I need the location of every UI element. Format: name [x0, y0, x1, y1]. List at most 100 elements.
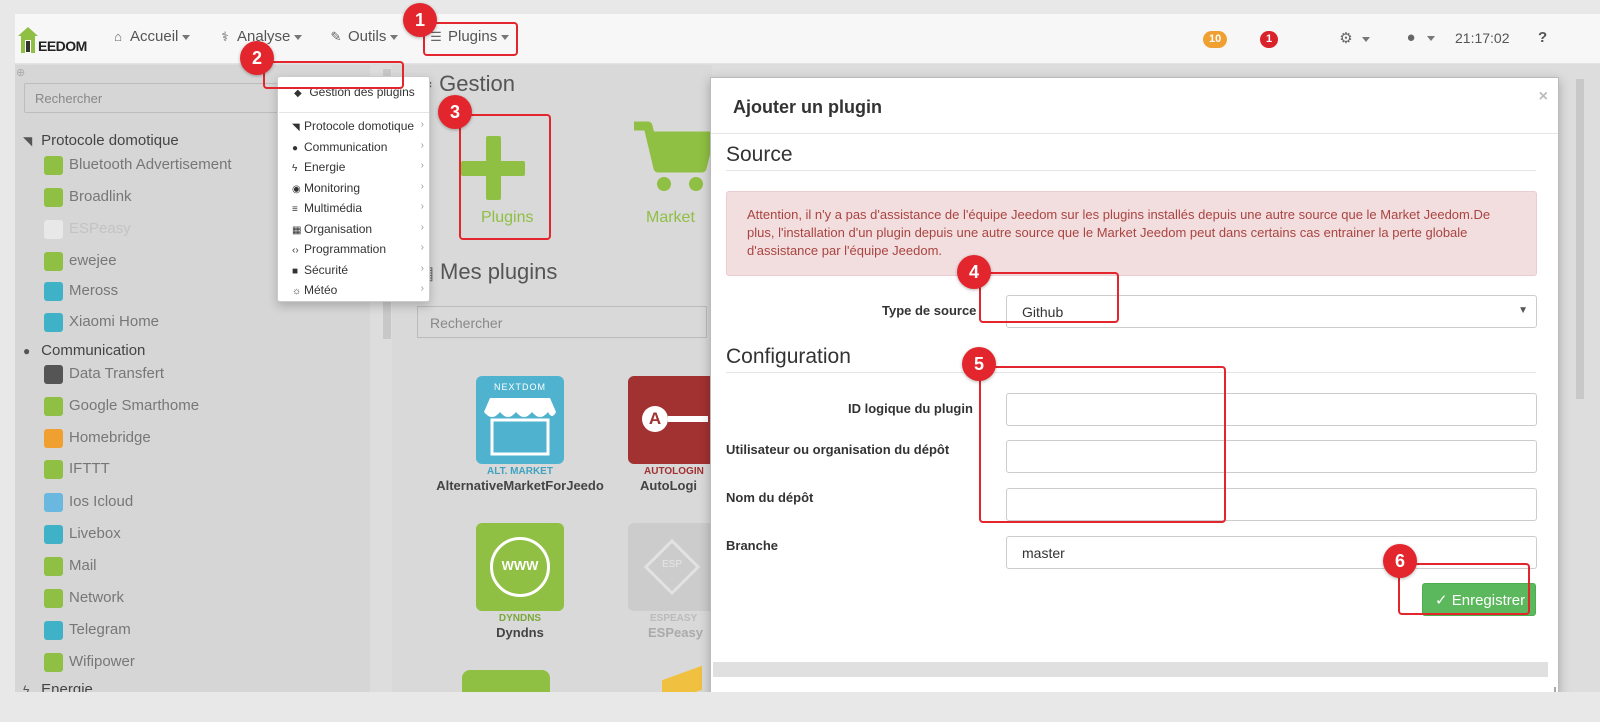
- menu-item-label: Monitoring: [304, 181, 361, 195]
- menu-item-protocole[interactable]: ◥ Protocole domotique ›: [292, 119, 424, 133]
- sidebar-item-datatransfert[interactable]: Data Transfert: [44, 363, 164, 385]
- sidebar-category-protocole[interactable]: ◥ Protocole domotique: [23, 132, 179, 149]
- gestion-title: Gestion: [439, 71, 515, 96]
- cogs-icon: ⚙: [1339, 30, 1353, 47]
- sidebar-item-ifttt[interactable]: IFTTT: [44, 458, 110, 480]
- sidebar-item-label: ESPeasy: [69, 220, 131, 237]
- plugin-icon: [44, 312, 63, 332]
- plugin-icon: [44, 588, 63, 608]
- chevron-right-icon: ›: [420, 119, 424, 130]
- menu-item-label: Programmation: [304, 242, 387, 256]
- sidebar-item-xiaomi[interactable]: Xiaomi Home: [44, 311, 159, 333]
- sidebar-item-label: Telegram: [69, 621, 131, 638]
- menu-item-organisation[interactable]: ▦ Organisation ›: [292, 222, 424, 236]
- plugin-card-tag: ALT. MARKET: [487, 466, 553, 477]
- plugin-card-altmarket[interactable]: NEXTDOM ALT. MARKET AlternativeMarketFor…: [432, 376, 608, 493]
- close-icon[interactable]: ×: [1539, 88, 1548, 106]
- stethoscope-icon: ⚕: [221, 29, 229, 44]
- sidebar-category-energie[interactable]: ϟ Energie: [23, 681, 93, 692]
- sidebar-item-meross[interactable]: Meross: [44, 280, 118, 302]
- sidebar-item-google[interactable]: Google Smarthome: [44, 395, 199, 417]
- rss-icon: ◥: [292, 122, 300, 133]
- plugins-search-input[interactable]: Rechercher: [417, 306, 707, 338]
- nav-accueil[interactable]: ⌂ Accueil: [110, 28, 191, 45]
- chevron-right-icon: ›: [420, 201, 424, 212]
- sidebar-category-communication[interactable]: ● Communication: [23, 342, 145, 359]
- sidebar-item-livebox[interactable]: Livebox: [44, 523, 121, 545]
- calendar-icon: ▦: [292, 225, 302, 236]
- sidebar-item-label: Data Transfert: [69, 365, 165, 382]
- menu-item-multimedia[interactable]: ≡ Multimédia ›: [292, 201, 424, 215]
- help-icon[interactable]: ?: [1538, 29, 1547, 46]
- source-warning-alert: Attention, il n'y a pas d'assistance de …: [726, 191, 1537, 276]
- modal-horizontal-scrollbar[interactable]: [713, 662, 1548, 677]
- plugin-card-name: AlternativeMarketForJeedo: [436, 478, 604, 493]
- rss-icon: ◥: [23, 134, 33, 148]
- page-scrollbar[interactable]: [1576, 79, 1584, 399]
- house-logo-icon: [18, 27, 38, 53]
- plugin-card-tag: AUTOLOGIN: [644, 466, 704, 477]
- sidebar-item-ewejee[interactable]: ewejee: [44, 250, 117, 272]
- expand-sidebar-icon[interactable]: ⊕: [16, 66, 25, 79]
- configuration-section-title: Configuration: [726, 345, 851, 368]
- sidebar-item-broadlink[interactable]: Broadlink: [44, 186, 132, 208]
- sidebar-search-input[interactable]: Rechercher: [24, 83, 284, 113]
- altmarket-logo-icon: NEXTDOM: [476, 376, 564, 464]
- settings-menu[interactable]: ⚙: [1338, 29, 1370, 47]
- page-frame: EEDOM ⌂ Accueil ⚕ Analyse ✎ Outils ☰ Plugins…: [15, 14, 1600, 692]
- sidebar-item-bluetooth[interactable]: Bluetooth Advertisement: [44, 154, 232, 176]
- sidebar-item-label: Network: [69, 589, 125, 606]
- dashboard-icon: ◉: [292, 184, 301, 195]
- plugin-icon: [44, 219, 63, 239]
- warnings-badge[interactable]: 10: [1203, 31, 1228, 48]
- alerts-badge[interactable]: 1: [1260, 31, 1279, 48]
- nav-outils[interactable]: ✎ Outils: [328, 28, 399, 45]
- sidebar-item-homebridge[interactable]: Homebridge: [44, 427, 151, 449]
- chevron-right-icon: ›: [420, 263, 424, 274]
- annotation-marker-1: 1: [403, 3, 437, 37]
- dyndns-logo-icon: WWW: [476, 523, 564, 611]
- plugin-icon: [44, 620, 63, 640]
- plugin-card-dyndns[interactable]: WWW DYNDNS Dyndns: [432, 523, 608, 640]
- sidebar-category-label: Protocole domotique: [41, 132, 179, 149]
- clock: 21:17:02: [1455, 30, 1510, 46]
- sidebar-item-label: Xiaomi Home: [69, 313, 160, 330]
- sidebar-item-label: Ios Icloud: [69, 493, 134, 510]
- lock-icon: ■: [292, 266, 299, 277]
- plugin-card-autologin[interactable]: A AUTOLOGIN AutoLogi: [628, 376, 712, 493]
- plugin-icon: [44, 281, 63, 301]
- repo-name-label: Nom du dépôt: [726, 490, 814, 505]
- sidebar-item-iosicloud[interactable]: Ios Icloud: [44, 491, 133, 513]
- menu-item-meteo[interactable]: ☼ Météo ›: [292, 283, 424, 297]
- market-tile-label: Market: [646, 209, 695, 226]
- menu-item-energie[interactable]: ϟ Energie ›: [292, 160, 424, 174]
- annotation-highlight-1: [423, 22, 518, 56]
- jeedom-logo[interactable]: EEDOM: [15, 24, 95, 56]
- wrench-icon: ✎: [330, 29, 342, 44]
- sidebar-item-label: IFTTT: [69, 460, 110, 477]
- annotation-highlight-4: [979, 272, 1119, 323]
- code-icon: ‹›: [292, 245, 299, 256]
- annotation-highlight-3: [459, 114, 551, 240]
- sidebar-item-wifipower[interactable]: Wifipower: [44, 651, 135, 673]
- plugin-card-name: Dyndns: [496, 625, 544, 640]
- plugin-card-partial[interactable]: [462, 670, 550, 692]
- home-icon: ⌂: [114, 29, 122, 44]
- menu-item-monitoring[interactable]: ◉ Monitoring ›: [292, 181, 424, 195]
- annotation-marker-6: 6: [1383, 544, 1417, 578]
- user-menu[interactable]: ●: [1403, 29, 1435, 46]
- sidebar-item-mail[interactable]: Mail: [44, 555, 97, 577]
- sun-icon: ☼: [292, 286, 302, 297]
- plugin-card-partial-2[interactable]: [662, 665, 702, 692]
- menu-item-securite[interactable]: ■ Sécurité ›: [292, 263, 424, 277]
- sidebar-item-network[interactable]: Network: [44, 587, 124, 609]
- mes-plugins-heading: ▤Mes plugins: [417, 259, 557, 285]
- sidebar-item-telegram[interactable]: Telegram: [44, 619, 131, 641]
- divider: [726, 170, 1536, 171]
- market-tile[interactable]: Market: [632, 120, 715, 245]
- menu-item-programmation[interactable]: ‹› Programmation ›: [292, 242, 424, 256]
- menu-item-communication[interactable]: ● Communication ›: [292, 140, 424, 154]
- plugin-icon: [44, 428, 63, 448]
- plugin-card-espeasy[interactable]: ESP ESPEASY ESPeasy: [628, 523, 712, 640]
- sidebar-item-espeasy[interactable]: ESPeasy: [44, 218, 131, 240]
